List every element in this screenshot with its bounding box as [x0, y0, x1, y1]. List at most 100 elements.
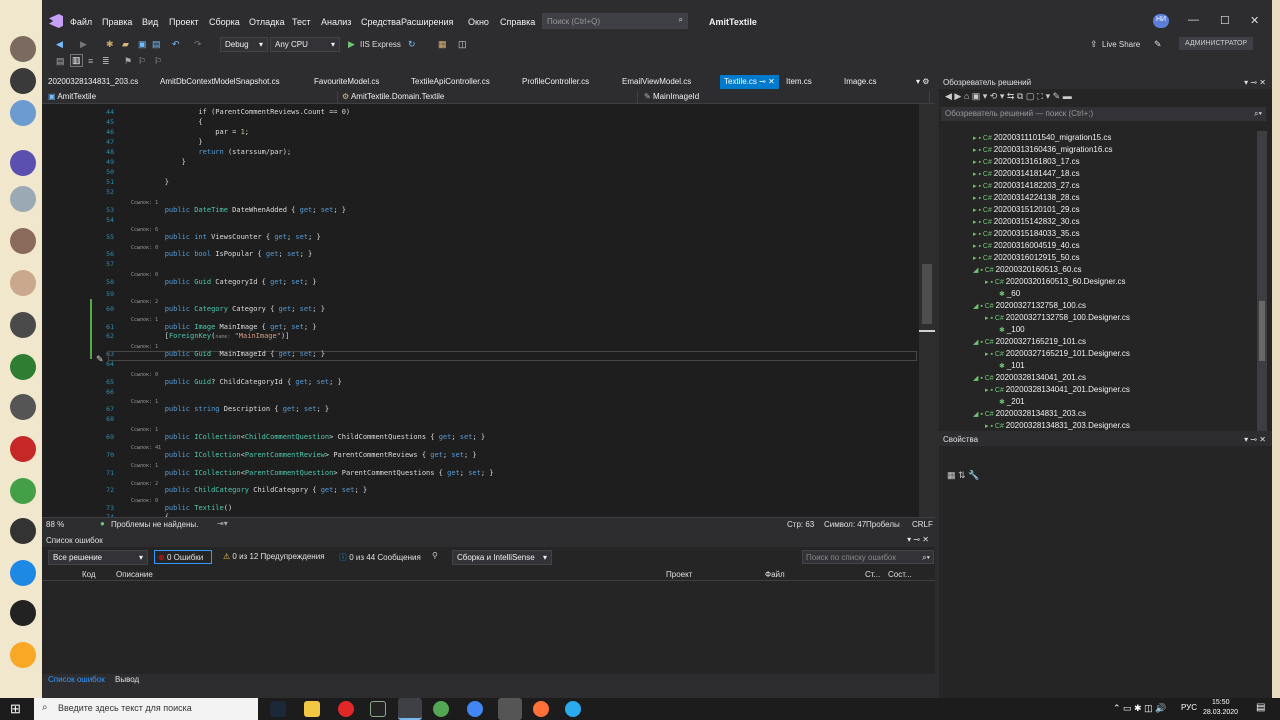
- solution-tree-item[interactable]: ▸ ▪ C# 20200315120101_29.cs: [973, 205, 1080, 214]
- errors-filter[interactable]: ⊗ 0 Ошибки: [154, 550, 212, 564]
- solution-tree-item[interactable]: ✱ _201: [999, 397, 1025, 406]
- solution-tree-item[interactable]: ▸ ▪ C# 20200313161803_17.cs: [973, 157, 1080, 166]
- utorrent-icon[interactable]: [433, 701, 449, 717]
- desktop-icon[interactable]: [10, 560, 36, 586]
- user-avatar[interactable]: НИ: [1153, 14, 1169, 28]
- properties-toolbar[interactable]: ▦ ⇅ 🔧: [947, 470, 979, 481]
- save-all-icon[interactable]: ▤: [152, 39, 161, 50]
- app-icon[interactable]: [370, 701, 386, 717]
- tray-icons[interactable]: ⌃ ▭ ✱ ◫ 🔊: [1113, 703, 1166, 714]
- col-project[interactable]: Проект: [666, 570, 692, 579]
- language-indicator[interactable]: РУС: [1181, 703, 1197, 712]
- whitespace-indicator[interactable]: Пробелы: [866, 520, 900, 529]
- eol-indicator[interactable]: CRLF: [912, 520, 933, 529]
- desktop-icon[interactable]: [10, 312, 36, 338]
- scrollbar-thumb[interactable]: [1259, 301, 1265, 361]
- quick-action-icon[interactable]: ✎: [96, 354, 104, 365]
- solution-tree-item[interactable]: ✱ _60: [999, 289, 1020, 298]
- menu-tools[interactable]: Средства: [361, 17, 401, 27]
- build-filter-dropdown[interactable]: Сборка и IntelliSense ▾: [452, 550, 552, 565]
- menu-extensions[interactable]: Расширения: [401, 17, 453, 27]
- feedback-icon[interactable]: ✎: [1154, 39, 1162, 50]
- col-file[interactable]: Файл: [765, 570, 785, 579]
- bookmark-next-icon[interactable]: ⚐: [154, 56, 162, 67]
- solution-tree-item[interactable]: ▸ ▪ C# 20200328134041_201.Designer.cs: [985, 385, 1130, 394]
- solution-tree-item[interactable]: ◢ ▪ C# 20200320160513_60.cs: [973, 265, 1082, 274]
- solution-tree-item[interactable]: ▸ ▪ C# 20200314224138_28.cs: [973, 193, 1080, 202]
- close-icon[interactable]: ✕: [1250, 14, 1259, 27]
- solution-tree-item[interactable]: ▸ ▪ C# 20200316004519_40.cs: [973, 241, 1080, 250]
- share-icon[interactable]: ⇪: [1090, 39, 1098, 50]
- undo-icon[interactable]: ↶: [172, 39, 180, 50]
- solution-tree-item[interactable]: ▸ ▪ C# 20200314182203_27.cs: [973, 181, 1080, 190]
- menu-project[interactable]: Проект: [169, 17, 199, 27]
- clock-date[interactable]: 28.03.2020: [1203, 709, 1238, 716]
- solution-tree-item[interactable]: ◢ ▪ C# 20200328134831_203.cs: [973, 409, 1086, 418]
- solution-tree-item[interactable]: ▸ ▪ C# 20200328134831_203.Designer.cs: [985, 421, 1130, 430]
- col-state[interactable]: Сост...: [888, 570, 912, 579]
- tab-snapshot[interactable]: AmitDbContextModelSnapshot.cs: [160, 75, 280, 89]
- desktop-icon[interactable]: [10, 394, 36, 420]
- solution-tree-item[interactable]: ▸ ▪ C# 20200311101540_migration15.cs: [973, 133, 1111, 142]
- live-share-button[interactable]: Live Share: [1102, 40, 1140, 49]
- align-icon[interactable]: ▤: [56, 56, 65, 67]
- solution-tree-item[interactable]: ▸ ▪ C# 20200327132758_100.Designer.cs: [985, 313, 1130, 322]
- clock-time[interactable]: 15:50: [1212, 699, 1230, 706]
- panel-controls-icon[interactable]: ▾ ⊸ ✕: [907, 535, 929, 544]
- project-dropdown[interactable]: ▣ AmitTextile: [44, 91, 338, 103]
- menu-test[interactable]: Тест: [292, 17, 311, 27]
- opera-icon[interactable]: [338, 701, 354, 717]
- steam-icon[interactable]: [270, 701, 286, 717]
- quick-launch-search[interactable]: Поиск (Ctrl+Q) ⌕: [542, 13, 688, 29]
- col-code[interactable]: Код: [82, 570, 96, 579]
- solution-search-input[interactable]: Обозреватель решений — поиск (Ctrl+;) ⌕▾: [941, 107, 1266, 121]
- solution-tree-item[interactable]: ✱ _100: [999, 325, 1025, 334]
- desktop-icon[interactable]: [10, 68, 36, 94]
- desktop-icon[interactable]: [10, 642, 36, 668]
- platform-dropdown[interactable]: Any CPU ▾: [270, 37, 340, 52]
- notifications-icon[interactable]: ▤: [1256, 702, 1265, 713]
- forward-icon[interactable]: ▶: [80, 39, 87, 50]
- tab-email-viewmodel[interactable]: EmailViewModel.cs: [622, 75, 691, 89]
- menu-debug[interactable]: Отладка: [249, 17, 285, 27]
- brush-icon[interactable]: ⇥▾: [217, 519, 228, 528]
- editor-scrollbar[interactable]: [919, 104, 935, 517]
- taskbar-search-input[interactable]: ⌕ Введите здесь текст для поиска: [34, 698, 258, 720]
- code-editor[interactable]: 44 45 46 47 48 49 50 51 52 53 54 55 56 57 58 59 60 61 62 63…: [42, 104, 935, 517]
- menu-view[interactable]: Вид: [142, 17, 158, 27]
- menu-file[interactable]: Файл: [70, 17, 92, 27]
- tab-favourite-model[interactable]: FavouriteModel.cs: [314, 75, 379, 89]
- open-icon[interactable]: ▰: [122, 39, 129, 50]
- col-description[interactable]: Описание: [116, 570, 153, 579]
- desktop-icon[interactable]: [10, 150, 36, 176]
- windows-start-icon[interactable]: ⊞: [10, 701, 21, 717]
- tab-output[interactable]: Вывод: [115, 675, 139, 684]
- zoom-level[interactable]: 88 %: [46, 520, 64, 529]
- tab-textile[interactable]: Textile.cs ⊸ ✕: [720, 75, 779, 89]
- solution-tree-item[interactable]: ▸ ▪ C# 20200314181447_18.cs: [973, 169, 1080, 178]
- solution-tree-item[interactable]: ▸ ▪ C# 20200315184033_35.cs: [973, 229, 1080, 238]
- run-icon[interactable]: ▶: [348, 39, 355, 50]
- solution-tree-item[interactable]: ▸ ▪ C# 20200316012915_50.cs: [973, 253, 1080, 262]
- solution-tree-item[interactable]: ✱ _101: [999, 361, 1025, 370]
- tab-error-list[interactable]: Список ошибок: [48, 675, 105, 684]
- desktop-icon[interactable]: [10, 100, 36, 126]
- panel-controls-icon[interactable]: ▾ ⊸ ✕: [1244, 435, 1266, 444]
- comment-icon[interactable]: ≡: [88, 56, 93, 66]
- menu-help[interactable]: Справка: [500, 17, 535, 27]
- scope-dropdown[interactable]: Все решение ▾: [48, 550, 148, 565]
- solution-tree-item[interactable]: ◢ ▪ C# 20200328134041_201.cs: [973, 373, 1086, 382]
- maximize-icon[interactable]: ☐: [1220, 14, 1230, 27]
- panel-controls-icon[interactable]: ▾ ⊸ ✕: [1244, 78, 1266, 87]
- chrome-icon[interactable]: [467, 701, 483, 717]
- config-dropdown[interactable]: Debug ▾: [220, 37, 268, 52]
- back-icon[interactable]: ◀: [56, 39, 63, 50]
- redo-icon[interactable]: ↷: [194, 39, 202, 50]
- menu-build[interactable]: Сборка: [209, 17, 240, 27]
- telegram-icon[interactable]: [565, 701, 581, 717]
- tree-scrollbar[interactable]: [1257, 131, 1267, 431]
- browser-icon[interactable]: ▦: [438, 39, 447, 50]
- desktop-icon[interactable]: [10, 36, 36, 62]
- warnings-filter[interactable]: ⚠ 0 из 12 Предупреждения: [220, 550, 328, 564]
- format-icon[interactable]: ▥: [70, 54, 83, 67]
